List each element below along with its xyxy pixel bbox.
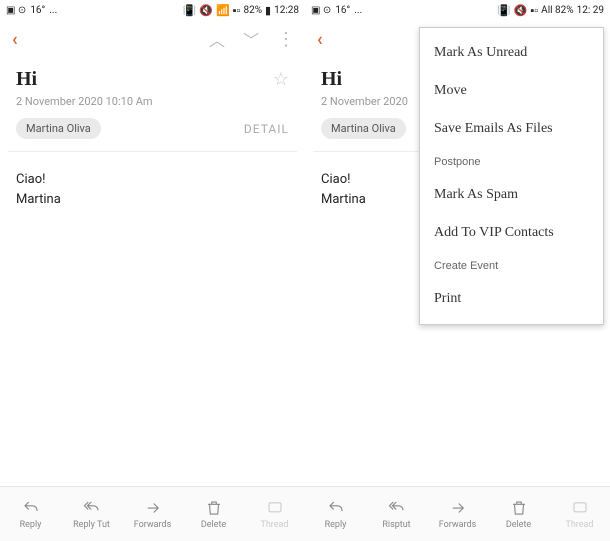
status-temp: 16° bbox=[335, 5, 350, 16]
email-signature: Martina bbox=[16, 190, 289, 210]
header: ‹ ︿ ﹀ ⋮ bbox=[0, 20, 305, 58]
trash-icon bbox=[205, 499, 223, 517]
reply-all-button[interactable]: Risptut bbox=[366, 499, 427, 530]
status-bar: ▣ ⊙ 16° ... 📳 🔇 📶 ▪▫ 82% ▮ 12:28 bbox=[0, 0, 305, 20]
reply-button[interactable]: Reply bbox=[305, 499, 366, 530]
battery-percent: All 82% bbox=[541, 5, 573, 16]
forward-icon bbox=[449, 499, 467, 517]
reply-all-icon bbox=[388, 499, 406, 517]
reply-all-button[interactable]: Reply Tut bbox=[61, 499, 122, 530]
thread-icon bbox=[266, 499, 284, 517]
delete-button[interactable]: Delete bbox=[488, 499, 549, 530]
sender-chip[interactable]: Martina Oliva bbox=[321, 118, 406, 139]
status-icons: ▣ ⊙ bbox=[6, 5, 26, 16]
screen-left: ▣ ⊙ 16° ... 📳 🔇 📶 ▪▫ 82% ▮ 12:28 ‹ ︿ ﹀ ⋮ bbox=[0, 0, 305, 486]
signal-icon: ▪▫ bbox=[530, 4, 538, 17]
battery-percent: 82% bbox=[243, 5, 262, 16]
signal-icon: ▪▫ bbox=[233, 4, 241, 17]
reply-icon bbox=[22, 499, 40, 517]
more-icon[interactable]: ⋮ bbox=[277, 29, 293, 50]
back-icon[interactable]: ‹ bbox=[317, 29, 323, 50]
email-subject: Hi bbox=[321, 68, 342, 91]
reply-icon bbox=[327, 499, 345, 517]
context-menu: Mark As Unread Move Save Emails As Files… bbox=[419, 27, 604, 325]
email-date: 2 November 2020 10:10 Am bbox=[0, 91, 305, 112]
email-greeting: Ciao! bbox=[16, 170, 289, 190]
menu-spam[interactable]: Mark As Spam bbox=[420, 176, 603, 214]
menu-save[interactable]: Save Emails As Files bbox=[420, 110, 603, 148]
status-time: 12: 29 bbox=[577, 5, 604, 16]
menu-move[interactable]: Move bbox=[420, 72, 603, 110]
vibrate-icon: 📳 bbox=[497, 4, 511, 17]
sender-chip[interactable]: Martina Oliva bbox=[16, 118, 101, 139]
screen-right: ▣ ⊙ 16° ... 📳 🔇 ▪▫ All 82% 12: 29 ‹ Hi 2… bbox=[305, 0, 610, 486]
chevron-up-icon[interactable]: ︿ bbox=[209, 27, 225, 51]
menu-vip[interactable]: Add To VIP Contacts bbox=[420, 214, 603, 252]
wifi-icon: 📶 bbox=[216, 4, 230, 17]
reply-button[interactable]: Reply bbox=[0, 499, 61, 530]
delete-button[interactable]: Delete bbox=[183, 499, 244, 530]
reply-all-icon bbox=[83, 499, 101, 517]
forwards-button[interactable]: Forwards bbox=[427, 499, 488, 530]
menu-print[interactable]: Print bbox=[420, 280, 603, 318]
star-icon[interactable]: ☆ bbox=[273, 69, 289, 90]
email-body: Ciao! Martina bbox=[0, 152, 305, 227]
status-bar: ▣ ⊙ 16° ... 📳 🔇 ▪▫ All 82% 12: 29 bbox=[305, 0, 610, 20]
trash-icon bbox=[510, 499, 528, 517]
detail-button[interactable]: DETAIL bbox=[244, 122, 289, 136]
status-ellipsis: ... bbox=[49, 5, 57, 16]
battery-icon: ▮ bbox=[265, 4, 271, 17]
thread-icon bbox=[571, 499, 589, 517]
thread-button[interactable]: Thread bbox=[244, 499, 305, 530]
status-ellipsis: ... bbox=[354, 5, 362, 16]
menu-create-event[interactable]: Create Event bbox=[420, 252, 603, 280]
forward-icon bbox=[144, 499, 162, 517]
chevron-down-icon[interactable]: ﹀ bbox=[243, 27, 259, 51]
email-subject: Hi bbox=[16, 68, 37, 91]
mute-icon: 🔇 bbox=[514, 4, 528, 17]
status-time: 12:28 bbox=[274, 5, 299, 16]
thread-button[interactable]: Thread bbox=[549, 499, 610, 530]
menu-mark-unread[interactable]: Mark As Unread bbox=[420, 34, 603, 72]
status-icons: ▣ ⊙ bbox=[311, 5, 331, 16]
menu-postpone[interactable]: Postpone bbox=[420, 148, 603, 176]
bottom-bar: Reply Reply Tut Forwards Delete Thread R… bbox=[0, 486, 610, 541]
status-temp: 16° bbox=[30, 5, 45, 16]
mute-icon: 🔇 bbox=[199, 4, 213, 17]
back-icon[interactable]: ‹ bbox=[12, 29, 18, 50]
vibrate-icon: 📳 bbox=[183, 4, 197, 17]
forwards-button[interactable]: Forwards bbox=[122, 499, 183, 530]
